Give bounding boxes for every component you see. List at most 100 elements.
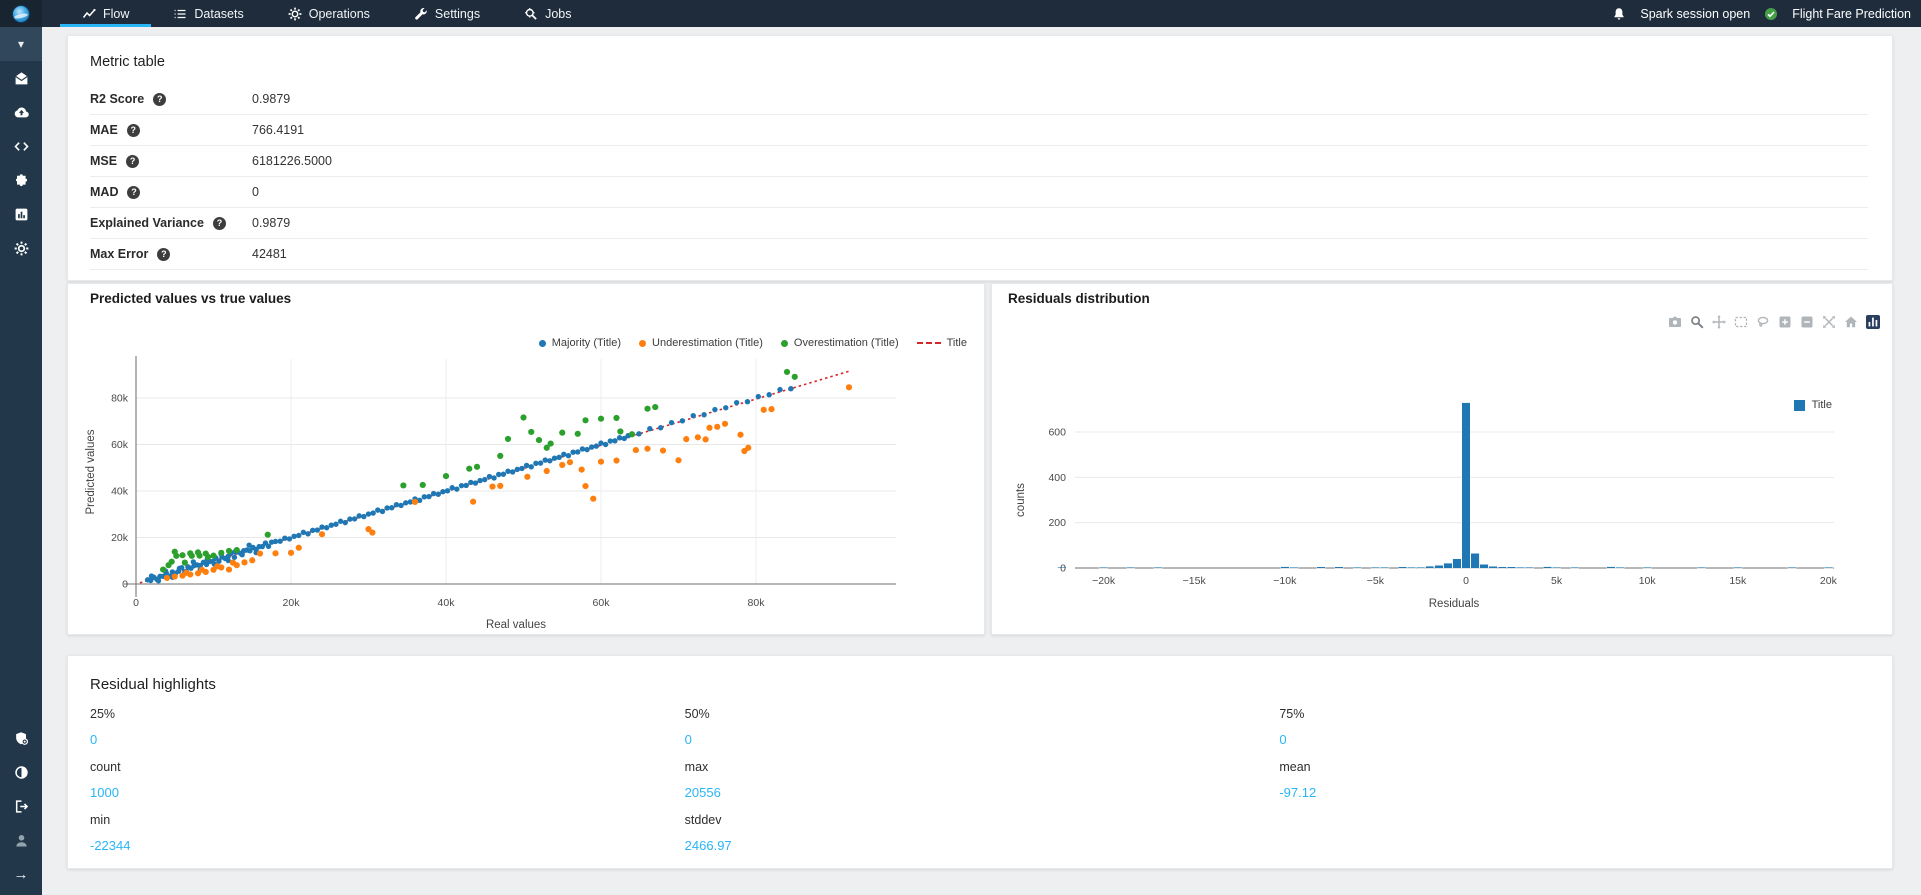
metric-label: MSE xyxy=(90,154,118,168)
tab-jobs[interactable]: Jobs xyxy=(502,0,593,27)
zoom-in-icon[interactable] xyxy=(1777,314,1792,329)
pan-icon[interactable] xyxy=(1711,314,1726,329)
highlight-cell-50pct: 50% 0 xyxy=(685,707,1276,760)
svg-text:−5k: −5k xyxy=(1367,575,1385,587)
help-icon[interactable]: ? xyxy=(126,123,140,137)
help-icon[interactable]: ? xyxy=(157,247,171,261)
scatter-legend: Majority (Title) Underestimation (Title)… xyxy=(538,337,967,349)
metric-label: Max Error xyxy=(90,247,149,261)
download-plot-icon[interactable] xyxy=(1667,314,1682,329)
sidebar-item-code[interactable] xyxy=(0,129,42,163)
zoom-out-icon[interactable] xyxy=(1799,314,1814,329)
sidebar-item-profile[interactable] xyxy=(0,823,42,857)
metric-value: 0.9879 xyxy=(252,216,291,230)
sidebar: ▾ → xyxy=(0,27,42,895)
residual-highlights-title: Residual highlights xyxy=(90,676,216,693)
legend-label: Majority (Title) xyxy=(551,337,622,349)
metric-rows: R2 Score? 0.9879 MAE? 766.4191 MSE? 6181… xyxy=(90,84,1868,270)
tab-settings-label: Settings xyxy=(434,6,481,21)
help-icon[interactable]: ? xyxy=(153,92,167,106)
sidebar-item-signout[interactable] xyxy=(0,789,42,823)
sidebar-item-plugins[interactable] xyxy=(0,163,42,197)
help-icon[interactable]: ? xyxy=(212,216,226,230)
tab-settings[interactable]: Settings xyxy=(392,0,502,27)
svg-text:−15k: −15k xyxy=(1183,575,1207,587)
metric-row-r2: R2 Score? 0.9879 xyxy=(90,84,1868,115)
sign-out-icon xyxy=(15,799,28,813)
help-icon[interactable]: ? xyxy=(126,154,140,168)
tab-flow[interactable]: Flow xyxy=(60,0,152,27)
highlight-label: mean xyxy=(1279,760,1311,774)
tab-datasets[interactable]: Datasets xyxy=(151,0,265,27)
metric-row-mae: MAE? 766.4191 xyxy=(90,115,1868,146)
svg-text:40k: 40k xyxy=(438,597,456,609)
bar-chart-icon xyxy=(15,208,27,220)
legend-dot-overestimation xyxy=(780,339,788,347)
datasets-icon xyxy=(175,9,186,18)
highlight-cell-stddev: stddev 2466.97 xyxy=(685,813,1276,866)
svg-text:0: 0 xyxy=(122,579,128,591)
highlight-label: max xyxy=(684,760,709,774)
histogram-chart-title: Residuals distribution xyxy=(1008,291,1150,306)
legend-item-overestimation[interactable]: Overestimation (Title) xyxy=(780,337,899,349)
highlight-label: 50% xyxy=(684,707,710,721)
autoscale-icon[interactable] xyxy=(1821,314,1836,329)
svg-text:0: 0 xyxy=(133,597,139,609)
app-logo[interactable] xyxy=(0,0,42,27)
metric-label: MAD xyxy=(90,185,119,199)
legend-dot-majority xyxy=(538,339,546,347)
svg-text:20k: 20k xyxy=(111,532,129,544)
highlight-cell-75pct: 75% 0 xyxy=(1279,707,1870,760)
svg-text:80k: 80k xyxy=(748,597,766,609)
contrast-icon xyxy=(14,765,28,779)
nav-tabs: Flow Datasets Operations Settings Jobs xyxy=(60,0,593,27)
svg-text:15k: 15k xyxy=(1729,575,1747,587)
svg-text:Real values: Real values xyxy=(486,619,546,631)
help-icon[interactable]: ? xyxy=(127,185,141,199)
zoom-icon[interactable] xyxy=(1689,314,1704,329)
flow-icon xyxy=(82,8,96,18)
sidebar-item-messages[interactable] xyxy=(0,61,42,95)
svg-text:0: 0 xyxy=(1463,575,1469,587)
sidebar-item-expand[interactable]: ▾ xyxy=(0,27,42,61)
svg-text:80k: 80k xyxy=(111,393,129,405)
legend-item-underestimation[interactable]: Underestimation (Title) xyxy=(639,337,763,349)
metric-row-mad: MAD? 0 xyxy=(90,177,1868,208)
bell-icon[interactable] xyxy=(1612,7,1626,21)
highlight-value: 1000 xyxy=(90,785,119,800)
metric-label: MAE xyxy=(90,123,118,137)
reset-axes-icon[interactable] xyxy=(1843,314,1858,329)
plotly-logo-icon[interactable] xyxy=(1865,314,1880,329)
legend-label: Title xyxy=(1811,399,1832,411)
project-name[interactable]: Flight Fare Prediction xyxy=(1792,7,1911,21)
svg-text:60k: 60k xyxy=(593,597,611,609)
highlight-value: 0 xyxy=(1279,732,1287,747)
legend-square-swatch xyxy=(1793,399,1805,411)
tab-operations[interactable]: Operations xyxy=(266,0,392,27)
svg-text:600: 600 xyxy=(1048,426,1066,438)
legend-label: Underestimation (Title) xyxy=(652,337,763,349)
legend-item-majority[interactable]: Majority (Title) xyxy=(538,337,622,349)
legend-item-ref-line[interactable]: Title xyxy=(916,337,967,349)
histogram-plot[interactable]: −20k −15k −10k −5k 0 5k 10k 15k 20k 0 200 400 600 Res… xyxy=(992,284,1894,636)
code-icon xyxy=(13,141,29,151)
svg-text:400: 400 xyxy=(1048,472,1066,484)
highlight-value: -97.12 xyxy=(1279,785,1317,800)
highlight-label: 25% xyxy=(90,707,116,721)
svg-text:20k: 20k xyxy=(283,597,301,609)
sidebar-item-charts[interactable] xyxy=(0,197,42,231)
sidebar-item-privacy[interactable] xyxy=(0,721,42,755)
metric-table-title: Metric table xyxy=(90,54,165,70)
sidebar-item-collapse[interactable]: → xyxy=(0,857,42,891)
lasso-select-icon[interactable] xyxy=(1755,314,1770,329)
highlight-label: stddev xyxy=(684,813,722,827)
sidebar-item-settings[interactable] xyxy=(0,231,42,265)
svg-text:0: 0 xyxy=(1060,563,1066,575)
sidebar-item-upload[interactable] xyxy=(0,95,42,129)
highlight-value: -22344 xyxy=(90,838,131,853)
svg-text:60k: 60k xyxy=(111,439,129,451)
sidebar-item-theme[interactable] xyxy=(0,755,42,789)
histogram-legend[interactable]: Title xyxy=(1793,399,1832,411)
gear-icon xyxy=(14,241,28,255)
box-select-icon[interactable] xyxy=(1733,314,1748,329)
